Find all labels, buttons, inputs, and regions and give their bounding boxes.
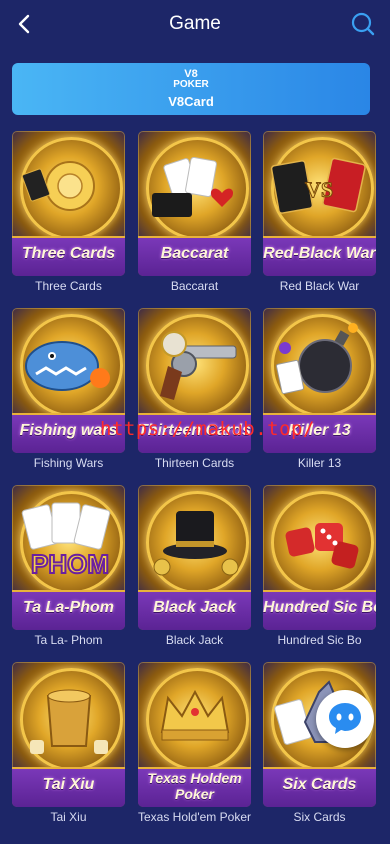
versus-cards-icon: VS [270,157,366,214]
shark-icon [25,341,110,391]
rose-cards-icon [21,161,95,211]
svg-text:PHOM: PHOM [31,549,109,579]
game-banner-text: Black Jack [153,599,236,616]
playing-cards-icon [152,156,234,217]
watermark-text: https://makub.top/ [100,418,315,440]
chat-bubble-icon [329,703,361,734]
game-thumbnail: Texas Holdem Poker [138,662,251,807]
game-banner-text: Tai Xiu [42,776,95,793]
dice-icon [285,523,359,569]
game-thumbnail: Tai Xiu [12,662,125,807]
game-label: Six Cards [293,810,346,824]
game-thumbnail: Baccarat [138,131,251,276]
game-label: Three Cards [35,279,102,293]
top-hat-icon [153,511,239,576]
svg-text:VS: VS [305,177,333,202]
chat-support-button[interactable] [316,690,374,748]
game-thumbnail: Black Jack [138,485,251,630]
game-label: Hundred Sic Bo [277,633,362,647]
game-banner-text: Six Cards [282,776,357,793]
game-label: Baccarat [170,279,219,293]
game-thumbnail: PHOM Ta La-Phom [12,485,125,630]
search-button[interactable] [350,11,376,37]
page-title: Game [169,13,221,34]
phom-cards-icon: PHOM [21,502,111,580]
crown-icon [160,689,230,741]
top-bar: Game [0,0,390,48]
game-label: Thirteen Cards [154,456,235,470]
game-label: Texas Hold'em Poker [137,810,251,824]
game-label: Red Black War [279,279,360,293]
game-thumbnail: Hundred Sic Bo [263,485,376,630]
game-thumbnail: VS Red-Black War [263,131,376,276]
game-banner-text: Texas Holdem Poker [147,770,242,802]
game-banner-text: Ta La-Phom [23,599,114,616]
category-tab-v8card[interactable]: V8 POKER V8Card [12,63,370,115]
game-label: Fishing Wars [33,456,104,470]
search-icon [351,12,375,36]
game-thumbnail: Three Cards [12,131,125,276]
tab-line-poker: POKER [173,79,209,90]
tab-line-name: V8Card [168,94,214,109]
dice-cup-icon [30,689,108,754]
game-label: Tai Xiu [50,810,87,824]
game-banner-text: Red-Black War [263,245,376,262]
game-banner-text: Baccarat [160,245,229,262]
revolver-icon [160,331,237,400]
game-label: Killer 13 [297,456,342,470]
bomb-icon [275,323,358,395]
game-label: Ta La- Phom [34,633,103,647]
game-banner-text: Three Cards [21,245,116,262]
game-banner-text: Hundred Sic Bo [263,599,376,616]
game-label: Black Jack [165,633,224,647]
